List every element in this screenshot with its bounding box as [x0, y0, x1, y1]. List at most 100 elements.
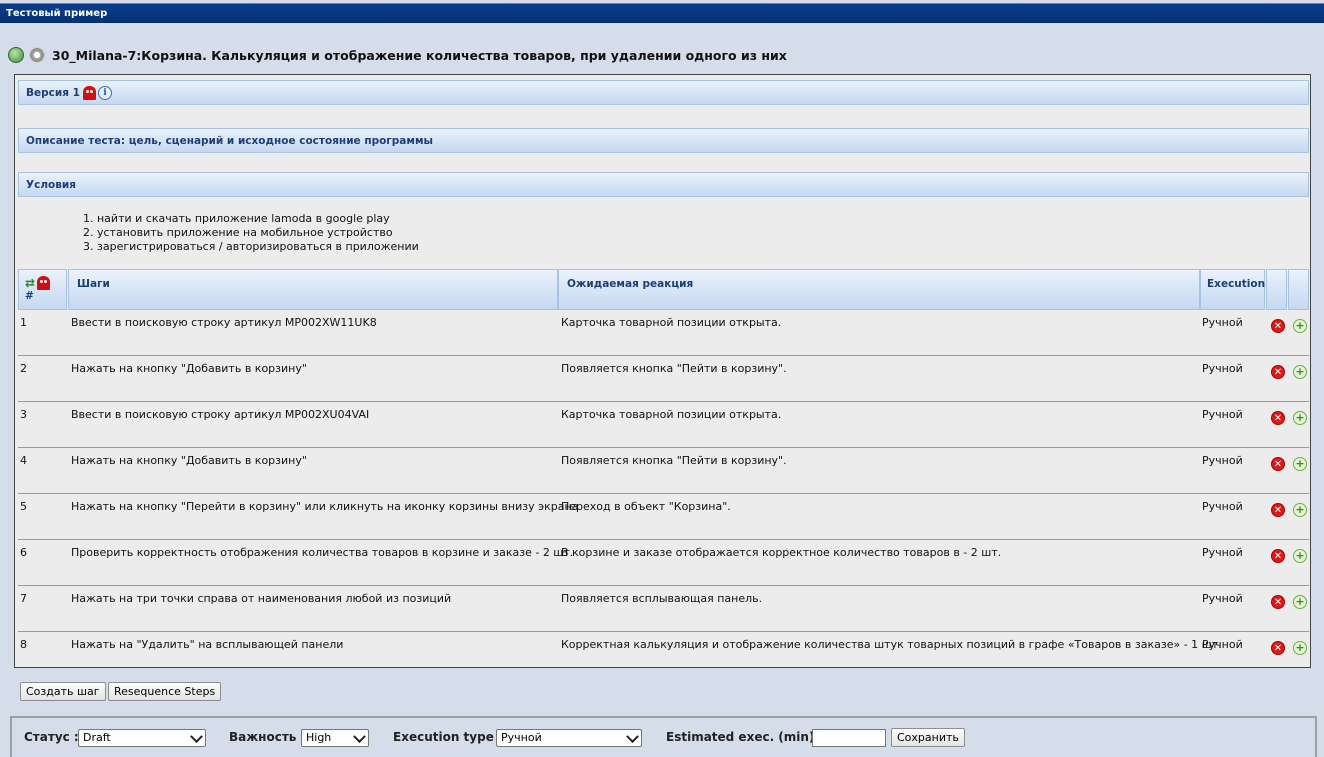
header-num: ⇄ # — [18, 269, 67, 310]
importance-label: Важность : — [229, 730, 306, 744]
add-icon[interactable]: + — [1293, 365, 1307, 379]
row-num: 5 — [20, 500, 27, 513]
row-step: Нажать на кнопку "Добавить в корзину" — [71, 362, 307, 375]
table-row[interactable]: 1 Ввести в поисковую строку артикул MP00… — [18, 310, 1309, 356]
table-row[interactable]: 5 Нажать на кнопку "Перейти в корзину" и… — [18, 494, 1309, 540]
row-num: 1 — [20, 316, 27, 329]
row-exec: Ручной — [1202, 592, 1243, 605]
version-label: Версия 1 — [26, 86, 80, 99]
row-expected: Карточка товарной позиции открыта. — [561, 316, 782, 329]
delete-icon[interactable]: ✕ — [1271, 641, 1285, 655]
row-num: 7 — [20, 592, 27, 605]
row-step: Нажать на "Удалить" на всплывающей панел… — [71, 638, 344, 651]
add-icon[interactable]: + — [1293, 319, 1307, 333]
row-num: 6 — [20, 546, 27, 559]
add-icon[interactable]: + — [1293, 595, 1307, 609]
delete-icon[interactable]: ✕ — [1271, 411, 1285, 425]
description-section[interactable]: Описание теста: цель, сценарий и исходно… — [18, 128, 1309, 153]
conditions-section[interactable]: Условия — [18, 172, 1309, 197]
execution-type-value: Ручной — [501, 731, 542, 744]
table-row[interactable]: 6 Проверить корректность отображения кол… — [18, 540, 1309, 586]
description-label: Описание теста: цель, сценарий и исходно… — [26, 134, 434, 147]
header-num-label: # — [25, 290, 34, 302]
row-exec: Ручной — [1202, 408, 1243, 421]
row-expected: Появляется кнопка "Пейти в корзину". — [561, 362, 787, 375]
page-heading: 30_Milana-7:Корзина. Калькуляция и отобр… — [8, 44, 787, 66]
row-exec: Ручной — [1202, 500, 1243, 513]
delete-icon[interactable]: ✕ — [1271, 457, 1285, 471]
row-step: Нажать на три точки справа от наименован… — [71, 592, 452, 605]
header-steps: Шаги — [68, 269, 558, 310]
importance-select[interactable]: High — [301, 729, 369, 747]
row-step: Ввести в поисковую строку артикул MP002X… — [71, 408, 370, 421]
delete-icon[interactable]: ✕ — [1271, 595, 1285, 609]
row-step: Нажать на кнопку "Перейти в корзину" или… — [71, 500, 579, 513]
execution-type-label: Execution type : — [393, 730, 503, 744]
row-expected: Переход в объект "Корзина". — [561, 500, 731, 513]
status-value: Draft — [83, 731, 111, 744]
condition-item: 1. найти и скачать приложение lamoda в g… — [83, 212, 390, 225]
row-step: Проверить корректность отображения колич… — [71, 546, 574, 559]
window-title: Тестовый пример — [6, 8, 108, 19]
create-step-button[interactable]: Создать шаг — [20, 682, 106, 701]
table-row[interactable]: 8 Нажать на "Удалить" на всплывающей пан… — [18, 632, 1309, 666]
header-execution-label: Execution — [1207, 278, 1266, 290]
delete-icon[interactable]: ✕ — [1271, 365, 1285, 379]
estimated-exec-input[interactable] — [812, 729, 886, 747]
table-row[interactable]: 3 Ввести в поисковую строку артикул MP00… — [18, 402, 1309, 448]
add-icon[interactable]: + — [1293, 549, 1307, 563]
conditions-list: 1. найти и скачать приложение lamoda в g… — [83, 212, 419, 254]
test-case-panel: Версия 1 i Описание теста: цель, сценари… — [14, 74, 1311, 668]
ghost-icon[interactable] — [37, 276, 51, 290]
chevron-down-icon — [190, 730, 203, 744]
ghost-icon[interactable] — [82, 85, 96, 100]
header-blank-2 — [1288, 269, 1309, 310]
gear-icon[interactable] — [29, 47, 45, 63]
header-steps-label: Шаги — [77, 278, 110, 290]
row-num: 2 — [20, 362, 27, 375]
row-num: 4 — [20, 454, 27, 467]
conditions-label: Условия — [26, 178, 76, 191]
add-icon[interactable]: + — [1293, 411, 1307, 425]
status-label: Статус : — [24, 730, 79, 744]
reorder-icon[interactable]: ⇄ — [25, 276, 35, 290]
delete-icon[interactable]: ✕ — [1271, 549, 1285, 563]
header-expected-label: Ожидаемая реакция — [567, 278, 694, 290]
add-icon[interactable]: + — [1293, 457, 1307, 471]
delete-icon[interactable]: ✕ — [1271, 319, 1285, 333]
test-case-properties-bar: Статус : Draft Важность : High Execution… — [10, 716, 1317, 757]
header-expected: Ожидаемая реакция — [558, 269, 1200, 310]
row-expected: В корзине и заказе отображается корректн… — [561, 546, 1002, 559]
table-row[interactable]: 4 Нажать на кнопку "Добавить в корзину" … — [18, 448, 1309, 494]
resequence-steps-button[interactable]: Resequence Steps — [108, 682, 222, 701]
row-expected: Карточка товарной позиции открыта. — [561, 408, 782, 421]
row-exec: Ручной — [1202, 362, 1243, 375]
row-step: Нажать на кнопку "Добавить в корзину" — [71, 454, 307, 467]
row-exec: Ручной — [1202, 454, 1243, 467]
row-expected: Появляется всплывающая панель. — [561, 592, 763, 605]
chevron-down-icon — [626, 730, 639, 744]
table-row[interactable]: 2 Нажать на кнопку "Добавить в корзину" … — [18, 356, 1309, 402]
add-icon[interactable]: + — [1293, 503, 1307, 517]
version-section: Версия 1 i — [18, 80, 1309, 105]
execution-type-select[interactable]: Ручной — [496, 729, 642, 747]
condition-item: 3. зарегистрироваться / авторизироваться… — [83, 240, 419, 253]
row-expected: Корректная калькуляция и отображение кол… — [561, 638, 1222, 651]
add-icon[interactable]: + — [1293, 641, 1307, 655]
row-num: 8 — [20, 638, 27, 651]
table-row[interactable]: 7 Нажать на три точки справа от наименов… — [18, 586, 1309, 632]
row-expected: Появляется кнопка "Пейти в корзину". — [561, 454, 787, 467]
condition-item: 2. установить приложение на мобильное ус… — [83, 226, 393, 239]
page-title: 30_Milana-7:Корзина. Калькуляция и отобр… — [52, 47, 787, 63]
row-step: Ввести в поисковую строку артикул MP002X… — [71, 316, 377, 329]
info-icon[interactable]: i — [97, 85, 112, 100]
estimated-exec-label: Estimated exec. (min) : — [666, 730, 824, 744]
header-execution: Execution — [1200, 269, 1265, 310]
row-exec: Ручной — [1202, 316, 1243, 329]
status-select[interactable]: Draft — [78, 729, 206, 747]
home-icon[interactable] — [8, 47, 24, 63]
save-button[interactable]: Сохранить — [891, 728, 965, 747]
delete-icon[interactable]: ✕ — [1271, 503, 1285, 517]
window-title-bar: Тестовый пример — [0, 3, 1324, 23]
importance-value: High — [306, 731, 332, 744]
